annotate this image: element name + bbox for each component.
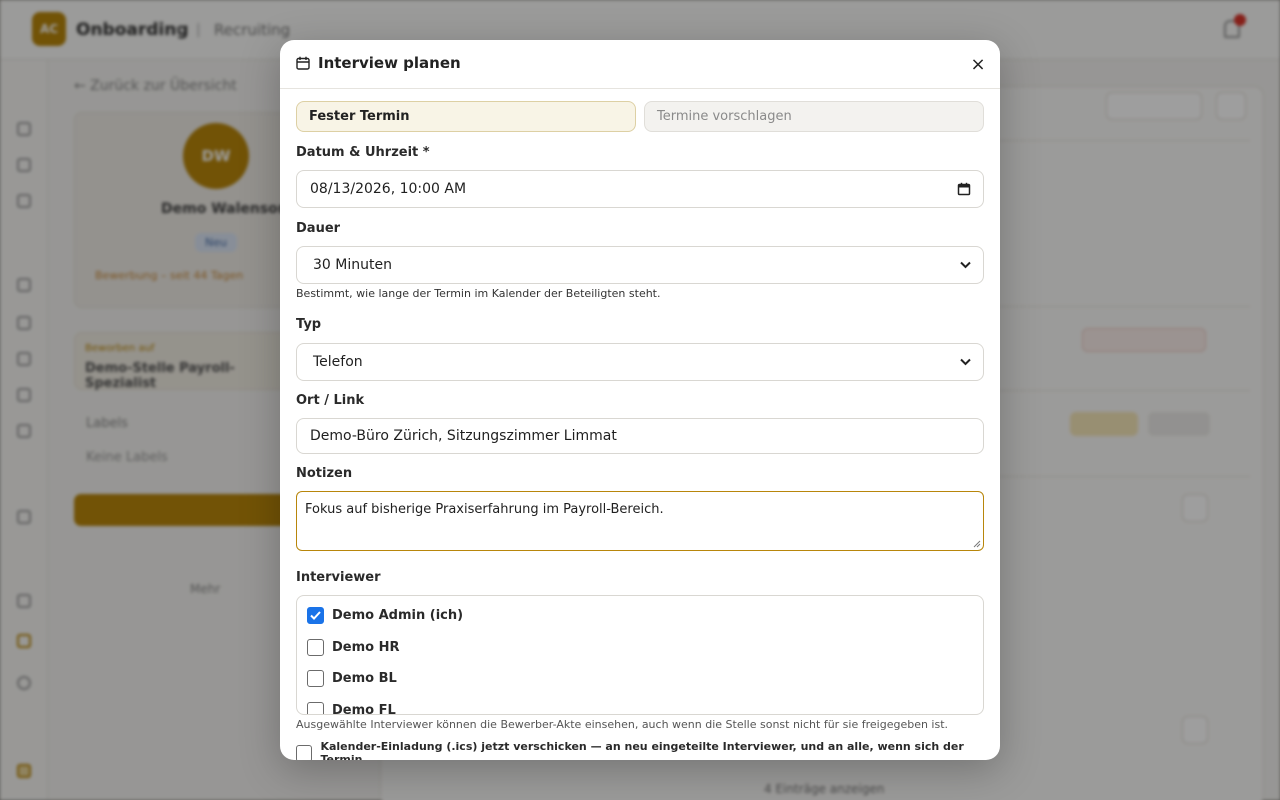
check-icon (310, 610, 321, 620)
chevron-down-icon (960, 358, 971, 366)
ics-label: Kalender-Einladung (.ics) jetzt verschic… (320, 740, 964, 760)
modal-title: Interview planen (318, 54, 461, 72)
location-input[interactable]: Demo-Büro Zürich, Sitzungszimmer Limmat (296, 418, 984, 454)
checkbox-checked[interactable] (307, 606, 324, 624)
interviewer-name: Demo BL (332, 670, 397, 686)
tab-fixed-date[interactable]: Fester Termin (296, 101, 636, 132)
tab-propose-dates[interactable]: Termine vorschlagen (644, 101, 984, 132)
calendar-picker-icon[interactable] (957, 182, 971, 196)
duration-value: 30 Minuten (313, 257, 392, 273)
resize-grip-icon[interactable] (973, 540, 981, 548)
ics-checkbox[interactable] (296, 744, 313, 760)
notes-label: Notizen (296, 466, 353, 481)
datetime-label: Datum & Uhrzeit * (296, 145, 430, 160)
datetime-field[interactable]: 08/13/2026, 10:00 AM (296, 170, 984, 208)
interviewer-name: Demo FL (332, 702, 396, 715)
interviewers-label: Interviewer (296, 570, 381, 585)
list-item[interactable]: Demo BL (307, 669, 397, 687)
duration-select[interactable]: 30 Minuten (296, 246, 984, 284)
duration-label: Dauer (296, 221, 341, 236)
chevron-down-icon (960, 261, 971, 269)
list-item[interactable]: Demo FL (307, 701, 396, 715)
notes-textarea[interactable]: Fokus auf bisherige Praxiserfahrung im P… (296, 491, 984, 551)
calendar-icon (296, 56, 310, 70)
interviewers-list[interactable]: Demo Admin (ich) Demo HR Demo BL Demo FL (296, 595, 984, 715)
interviewer-name: Demo HR (332, 639, 400, 655)
type-label: Typ (296, 317, 322, 332)
interviewer-name: Demo Admin (ich) (332, 607, 464, 623)
checkbox[interactable] (307, 701, 324, 714)
interviewers-help: Ausgewählte Interviewer können die Bewer… (296, 718, 949, 731)
duration-help: Bestimmt, wie lange der Termin im Kalend… (296, 287, 661, 300)
datetime-value: 08/13/2026, 10:00 AM (310, 181, 467, 197)
close-icon[interactable]: × (966, 52, 990, 76)
type-value: Telefon (313, 354, 363, 370)
location-label: Ort / Link (296, 393, 365, 408)
list-item[interactable]: Demo Admin (ich) (307, 606, 463, 624)
location-value: Demo-Büro Zürich, Sitzungszimmer Limmat (310, 428, 617, 444)
checkbox[interactable] (307, 638, 324, 656)
notes-value: Fokus auf bisherige Praxiserfahrung im P… (305, 502, 664, 517)
type-select[interactable]: Telefon (296, 343, 984, 381)
interview-modal: Interview planen × Fester Termin Termine… (280, 40, 1000, 760)
checkbox[interactable] (307, 669, 324, 687)
mode-tabs: Fester Termin Termine vorschlagen (296, 101, 984, 132)
list-item[interactable]: Demo HR (307, 638, 400, 656)
modal-header: Interview planen × (280, 40, 1000, 89)
ics-option[interactable]: Kalender-Einladung (.ics) jetzt verschic… (296, 740, 984, 760)
